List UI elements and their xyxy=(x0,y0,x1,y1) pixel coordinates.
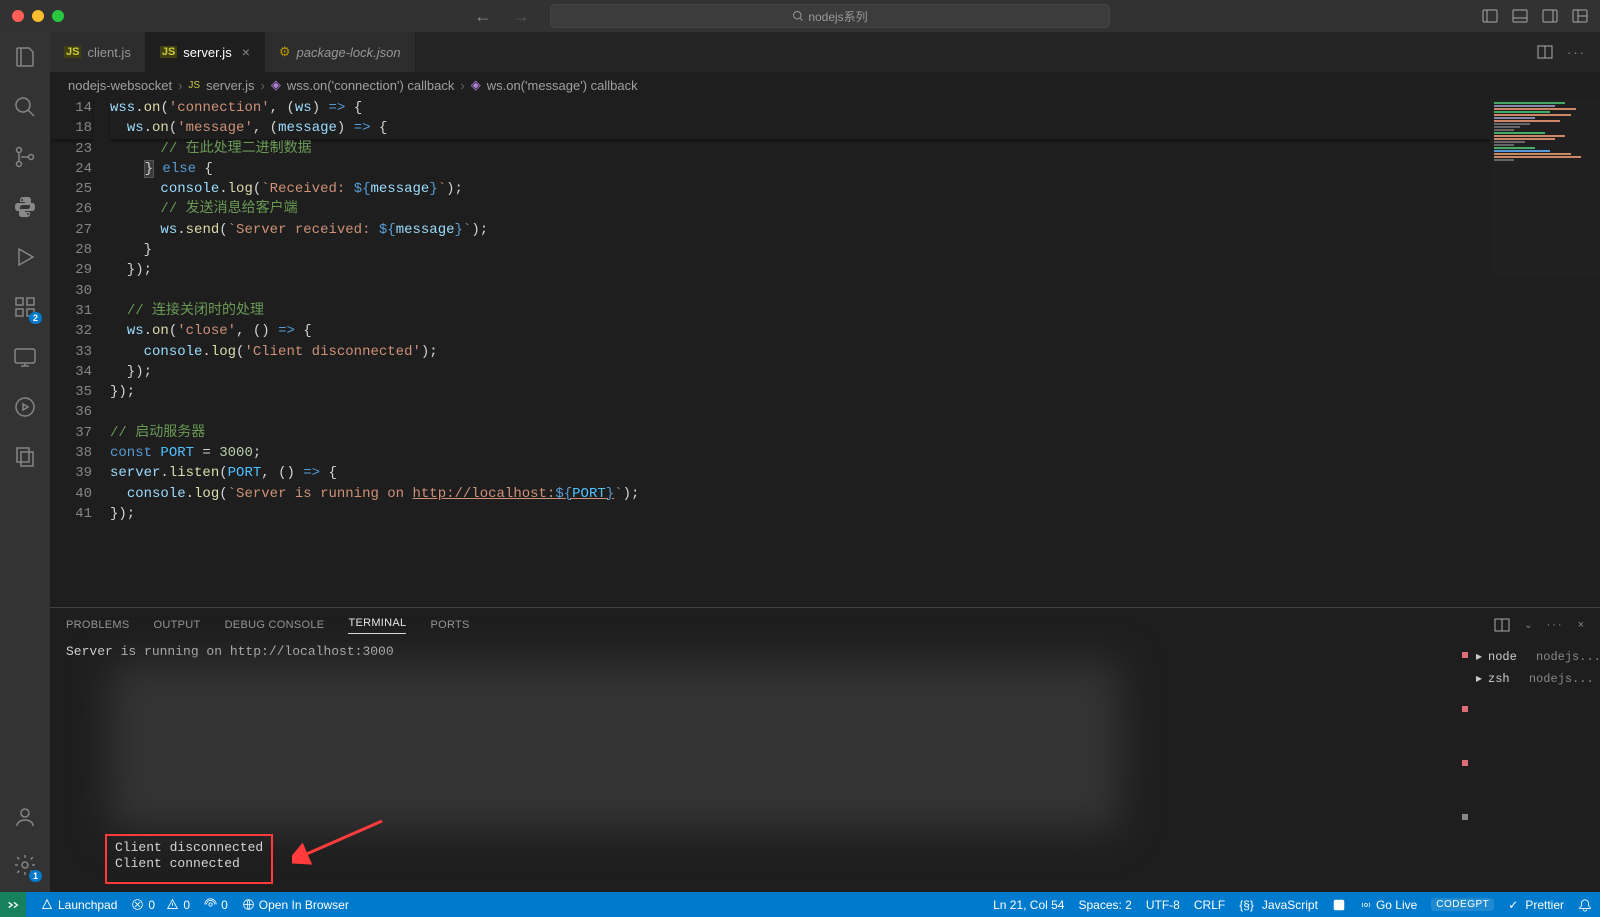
language-mode[interactable]: {§}JavaScript xyxy=(1239,898,1318,912)
search-sidebar-icon[interactable] xyxy=(12,94,38,120)
json-file-icon: ⚙ xyxy=(279,44,291,60)
search-icon xyxy=(792,10,804,22)
tab-label: client.js xyxy=(87,45,130,60)
accounts-icon[interactable] xyxy=(12,804,38,830)
code-content[interactable]: wss.on('connection', (ws) => { ws.on('me… xyxy=(110,98,1600,607)
title-bar: ← → nodejs系列 xyxy=(0,0,1600,32)
nav-forward-icon[interactable]: → xyxy=(512,6,530,27)
layout-panel-icon[interactable] xyxy=(1512,8,1528,24)
panel-layout-icon[interactable] xyxy=(1494,617,1510,633)
extensions-icon[interactable]: 2 xyxy=(12,294,38,320)
codegpt-indicator[interactable]: CODEGPT xyxy=(1431,898,1494,911)
prettier-indicator[interactable]: ✓Prettier xyxy=(1508,898,1564,912)
tab-server-js[interactable]: JS server.js × xyxy=(146,32,265,72)
minimize-window-icon[interactable] xyxy=(32,10,44,22)
terminal-sessions: ▸node nodejs... ▸zsh nodejs... xyxy=(1476,646,1586,690)
source-control-icon[interactable] xyxy=(12,144,38,170)
terminal-session-zsh[interactable]: ▸zsh nodejs... xyxy=(1476,668,1586,690)
bottom-panel: PROBLEMS OUTPUT DEBUG CONSOLE TERMINAL P… xyxy=(50,607,1600,892)
activity-bar: 2 1 xyxy=(0,32,50,892)
tab-label: server.js xyxy=(183,45,231,60)
problems-indicator[interactable]: 0 0 xyxy=(131,898,190,912)
eol-indicator[interactable]: CRLF xyxy=(1194,898,1225,912)
status-bar: Launchpad 0 0 0 Open In Browser Ln 21, C… xyxy=(0,892,1600,917)
settings-gear-icon[interactable]: 1 xyxy=(12,852,38,878)
close-tab-icon[interactable]: × xyxy=(242,44,250,60)
more-actions-icon[interactable]: ··· xyxy=(1567,45,1586,60)
references-icon[interactable] xyxy=(12,444,38,470)
remote-explorer-icon[interactable] xyxy=(12,344,38,370)
tab-label: package-lock.json xyxy=(297,45,401,60)
terminal-icon: ▸ xyxy=(1476,649,1482,665)
launchpad-button[interactable]: Launchpad xyxy=(40,898,117,912)
customize-layout-icon[interactable] xyxy=(1572,8,1588,24)
panel-tab-problems[interactable]: PROBLEMS xyxy=(66,619,130,631)
window-controls xyxy=(12,10,64,22)
panel-tab-output[interactable]: OUTPUT xyxy=(154,619,201,631)
terminal-line: Client disconnected xyxy=(115,840,263,856)
panel-tab-debug[interactable]: DEBUG CONSOLE xyxy=(225,619,325,631)
tabnine-icon[interactable] xyxy=(1332,898,1346,912)
chevron-down-icon[interactable]: ⌄ xyxy=(1524,620,1532,631)
terminal-line: Client connected xyxy=(115,856,263,872)
notifications-icon[interactable] xyxy=(1578,898,1592,912)
explorer-icon[interactable] xyxy=(12,44,38,70)
terminal-session-node[interactable]: ▸node nodejs... xyxy=(1476,646,1586,668)
run-debug-icon[interactable] xyxy=(12,244,38,270)
search-text: nodejs系列 xyxy=(808,8,867,25)
live-share-icon[interactable] xyxy=(12,394,38,420)
js-file-icon: JS xyxy=(64,46,81,58)
close-window-icon[interactable] xyxy=(12,10,24,22)
arrow-annotation-icon xyxy=(292,816,392,866)
breadcrumb-symbol[interactable]: wss.on('connection') callback xyxy=(287,78,455,93)
layout-sidebar-left-icon[interactable] xyxy=(1482,8,1498,24)
breadcrumbs[interactable]: nodejs-websocket › JS server.js › ◈ wss.… xyxy=(50,72,1600,98)
tab-package-lock[interactable]: ⚙ package-lock.json xyxy=(265,32,416,72)
split-editor-icon[interactable] xyxy=(1537,44,1553,60)
python-icon[interactable] xyxy=(12,194,38,220)
terminal[interactable]: Server is running on http://localhost:30… xyxy=(50,642,1600,892)
js-file-icon: JS xyxy=(188,80,200,91)
highlight-annotation: Client disconnected Client connected xyxy=(105,834,273,884)
redacted-region xyxy=(110,662,1120,832)
panel-more-icon[interactable]: ··· xyxy=(1547,619,1564,631)
method-icon: ◈ xyxy=(471,77,481,93)
open-in-browser-button[interactable]: Open In Browser xyxy=(242,898,349,912)
method-icon: ◈ xyxy=(271,77,281,93)
terminal-line: Server is running on http://localhost:30… xyxy=(66,644,1584,660)
panel-close-icon[interactable]: × xyxy=(1578,619,1584,631)
indent-indicator[interactable]: Spaces: 2 xyxy=(1078,898,1131,912)
editor-tabs: JS client.js JS server.js × ⚙ package-lock.j… xyxy=(50,32,1600,72)
breadcrumb-symbol[interactable]: ws.on('message') callback xyxy=(487,78,638,93)
encoding-indicator[interactable]: UTF-8 xyxy=(1146,898,1180,912)
extensions-badge: 2 xyxy=(29,312,42,324)
terminal-icon: ▸ xyxy=(1476,671,1482,687)
ports-indicator[interactable]: 0 xyxy=(204,898,228,912)
remote-indicator[interactable] xyxy=(0,892,26,917)
panel-tabs: PROBLEMS OUTPUT DEBUG CONSOLE TERMINAL P… xyxy=(50,608,1600,642)
panel-tab-terminal[interactable]: TERMINAL xyxy=(348,617,406,634)
maximize-window-icon[interactable] xyxy=(52,10,64,22)
minimap[interactable] xyxy=(1490,98,1600,278)
terminal-markers xyxy=(1462,652,1470,882)
nav-back-icon[interactable]: ← xyxy=(474,6,492,27)
breadcrumb-folder[interactable]: nodejs-websocket xyxy=(68,78,172,93)
js-file-icon: JS xyxy=(160,46,177,58)
cursor-position[interactable]: Ln 21, Col 54 xyxy=(993,898,1064,912)
settings-badge: 1 xyxy=(29,870,42,882)
breadcrumb-file[interactable]: server.js xyxy=(206,78,254,93)
layout-sidebar-right-icon[interactable] xyxy=(1542,8,1558,24)
tab-client-js[interactable]: JS client.js xyxy=(50,32,146,72)
go-live-button[interactable]: Go Live xyxy=(1360,898,1417,912)
command-center[interactable]: nodejs系列 xyxy=(550,4,1110,28)
line-gutter: 1418232425262728293031323334353637383940… xyxy=(50,98,110,607)
code-editor[interactable]: 1418232425262728293031323334353637383940… xyxy=(50,98,1600,607)
panel-tab-ports[interactable]: PORTS xyxy=(430,619,469,631)
